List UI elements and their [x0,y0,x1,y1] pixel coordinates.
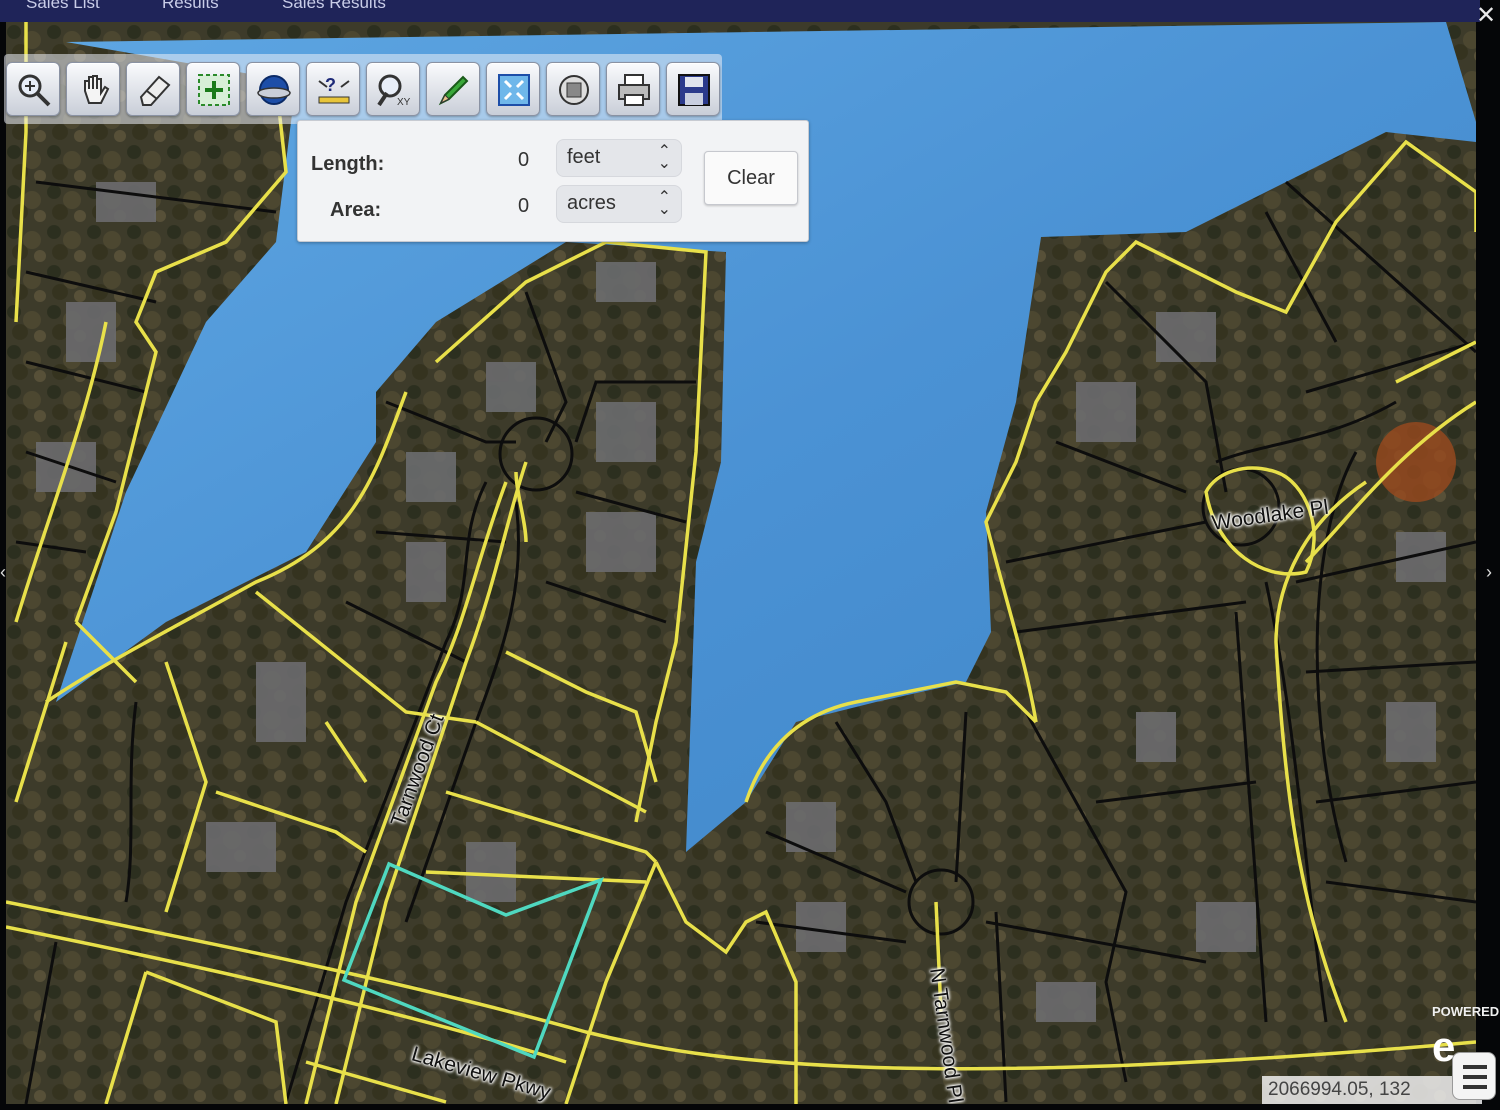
save-tool-button[interactable] [666,62,720,116]
print-icon [618,74,650,106]
pan-tool-button[interactable] [66,62,120,116]
powered-by-label: POWERED [1432,1004,1500,1019]
clear-button[interactable]: Clear [704,151,798,205]
eraser-tool-button[interactable] [126,62,180,116]
length-unit-value: feet [567,146,601,168]
zoom-in-icon [18,74,51,107]
area-unit-select[interactable]: acres ⌃ ⌄ [556,185,682,223]
area-value: 0 [518,195,530,217]
save-icon [678,74,710,106]
tab-sales-list[interactable]: Sales List [26,0,100,13]
globe-layers-icon [257,75,291,105]
parcel-buffer-icon [559,75,589,105]
tab-results[interactable]: Results [162,0,219,13]
identify-tool-button[interactable]: ? [306,62,360,116]
length-unit-select[interactable]: feet ⌃ ⌄ [556,139,682,177]
layers-tool-button[interactable] [246,62,300,116]
screen: Sales List Results Sales Results ✕ Woodl… [0,0,1500,1110]
zoom-xy-tool-button[interactable]: XY [366,62,420,116]
list-icon [1463,1065,1487,1089]
svg-text:XY: XY [397,97,411,108]
select-chevron-icon: ⌃ ⌄ [657,143,671,172]
length-value: 0 [518,149,530,171]
map-toolbar: ? XY [4,54,722,124]
select-area-icon [198,74,230,106]
chevron-left-icon[interactable]: ‹ [0,562,6,583]
top-nav-bar: Sales List Results Sales Results [0,0,1480,22]
draw-tool-button[interactable] [426,62,480,116]
eraser-icon [139,75,171,106]
length-label: Length: [311,153,385,175]
select-chevron-icon: ⌃ ⌄ [657,189,671,218]
zoom-in-tool-button[interactable] [6,62,60,116]
close-icon[interactable]: ✕ [1474,4,1498,28]
area-label: Area: [330,199,382,221]
pencil-draw-icon [438,75,469,106]
full-extent-tool-button[interactable] [486,62,540,116]
identify-query-icon: ? [318,75,350,104]
area-unit-value: acres [567,192,616,214]
svg-text:?: ? [325,75,336,95]
tab-sales-results[interactable]: Sales Results [282,0,386,13]
pan-hand-icon [84,75,110,104]
measure-panel: Length: 0 feet ⌃ ⌄ Area: 0 acres ⌃ ⌄ Clear [297,120,809,242]
full-extent-icon [498,74,530,106]
coordinate-readout: 2066994.05, 132 [1262,1076,1482,1104]
select-area-tool-button[interactable] [186,62,240,116]
print-tool-button[interactable] [606,62,660,116]
buffer-tool-button[interactable] [546,62,600,116]
zoom-xy-icon: XY [377,74,411,108]
layers-list-button[interactable] [1452,1052,1496,1100]
chevron-right-icon[interactable]: › [1486,562,1492,583]
